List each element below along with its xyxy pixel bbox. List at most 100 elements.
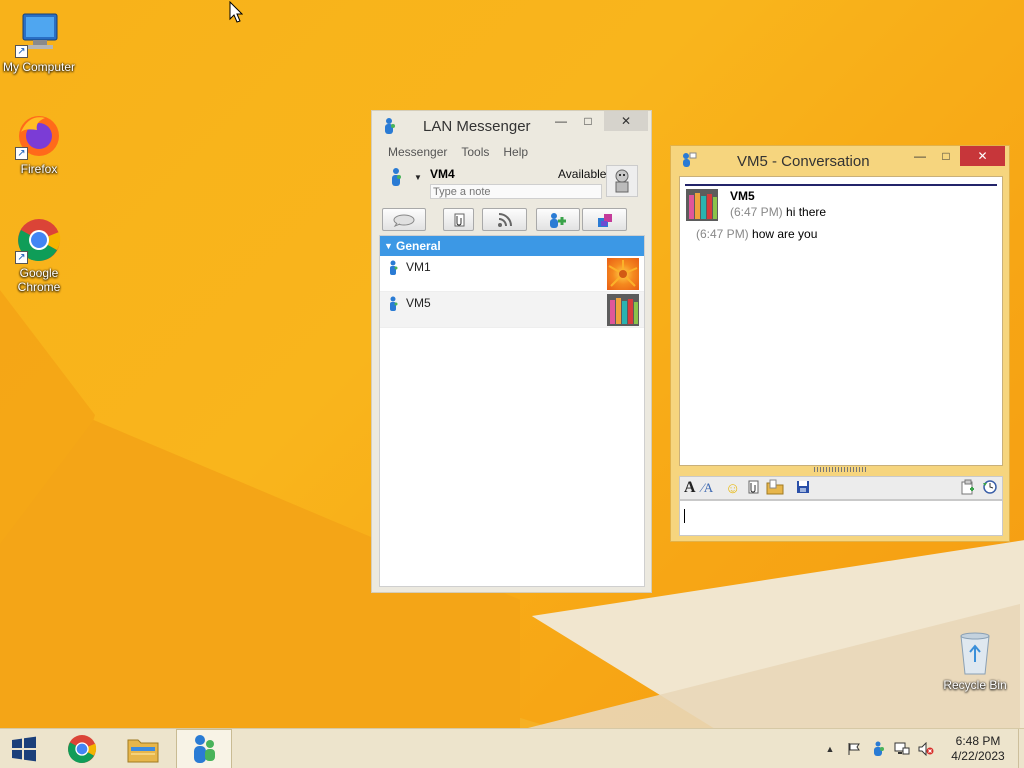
smiley-icon[interactable]: ☺ bbox=[725, 480, 740, 497]
show-desktop-button[interactable] bbox=[1018, 729, 1024, 768]
save-icon[interactable] bbox=[796, 480, 810, 497]
window-title: LAN Messenger bbox=[423, 118, 531, 135]
title-bar[interactable]: LAN Messenger — □ ✕ bbox=[372, 111, 651, 141]
taskbar-lan-messenger[interactable] bbox=[176, 729, 232, 768]
contact-avatar bbox=[607, 258, 639, 290]
menu-bar: Messenger Tools Help bbox=[372, 141, 651, 159]
group-header-general[interactable]: ▼ General bbox=[380, 236, 644, 256]
user-name: VM4 bbox=[430, 167, 455, 181]
message-history[interactable]: VM5 (6:47 PM) hi there (6:47 PM) how are… bbox=[679, 176, 1003, 466]
message-text: how are you bbox=[752, 227, 818, 241]
menu-messenger[interactable]: Messenger bbox=[388, 145, 447, 159]
message-divider bbox=[685, 184, 997, 186]
windows-logo-icon bbox=[12, 736, 36, 762]
splitter-handle[interactable] bbox=[814, 467, 868, 472]
lan-messenger-app-icon bbox=[382, 117, 396, 138]
font-icon[interactable]: A bbox=[684, 479, 696, 497]
network-icon[interactable] bbox=[890, 729, 914, 768]
taskbar-file-explorer[interactable] bbox=[115, 729, 171, 768]
contact-name: VM5 bbox=[406, 296, 431, 310]
maximize-button[interactable]: □ bbox=[933, 146, 959, 166]
computer-icon: ↗ bbox=[15, 10, 63, 58]
chrome-icon: ↗ bbox=[15, 216, 63, 264]
desktop-icon-recycle-bin[interactable]: Recycle Bin bbox=[936, 632, 1014, 692]
close-button[interactable]: ✕ bbox=[604, 111, 648, 131]
tools-icon bbox=[597, 213, 612, 227]
font-color-icon[interactable]: ⁄A bbox=[702, 480, 714, 496]
lan-messenger-window: LAN Messenger — □ ✕ Messenger Tools Help… bbox=[371, 110, 652, 593]
note-input[interactable] bbox=[430, 184, 602, 199]
paperclip-icon bbox=[454, 213, 464, 226]
message-time: (6:47 PM) bbox=[696, 227, 749, 241]
status-text[interactable]: Available bbox=[558, 167, 606, 181]
add-contact-icon bbox=[550, 212, 566, 228]
close-button[interactable]: ✕ bbox=[960, 146, 1005, 166]
contact-name: VM1 bbox=[406, 260, 431, 274]
settings-button[interactable] bbox=[582, 208, 627, 231]
clock-time: 6:48 PM bbox=[955, 734, 1001, 748]
desktop-icon-label: My Computer bbox=[2, 60, 76, 74]
lan-messenger-tray-icon[interactable] bbox=[866, 729, 890, 768]
chevron-down-icon[interactable]: ▼ bbox=[384, 236, 393, 256]
clock[interactable]: 6:48 PM 4/22/2023 bbox=[938, 734, 1018, 764]
contact-item-vm5[interactable]: VM5 bbox=[380, 292, 644, 328]
folder-icon bbox=[127, 739, 159, 763]
chrome-icon bbox=[68, 735, 97, 763]
message-line: (6:47 PM) how are you bbox=[696, 227, 817, 241]
sender-avatar bbox=[686, 189, 718, 221]
contact-list: ▼ General VM1 VM5 bbox=[379, 235, 645, 587]
history-icon[interactable] bbox=[982, 479, 998, 498]
desktop-icon-my-computer[interactable]: ↗ My Computer bbox=[0, 10, 78, 74]
window-title: VM5 - Conversation bbox=[737, 153, 870, 170]
desktop-icon-label: Google Chrome bbox=[17, 266, 61, 294]
add-group-button[interactable] bbox=[536, 208, 580, 231]
text-cursor bbox=[684, 509, 685, 523]
send-file-button[interactable] bbox=[443, 208, 474, 231]
clock-date: 4/22/2023 bbox=[951, 749, 1005, 763]
menu-tools[interactable]: Tools bbox=[461, 145, 489, 159]
maximize-button[interactable]: □ bbox=[575, 111, 601, 131]
start-button[interactable] bbox=[0, 729, 48, 768]
chat-bubble-icon bbox=[393, 214, 415, 227]
menu-help[interactable]: Help bbox=[503, 145, 528, 159]
message-input[interactable] bbox=[679, 500, 1003, 536]
sender-name: VM5 bbox=[730, 189, 755, 203]
minimize-button[interactable]: — bbox=[548, 111, 574, 131]
taskbar: ▲ 6:48 PM 4/22/2023 bbox=[0, 728, 1024, 768]
contact-item-vm1[interactable]: VM1 bbox=[380, 256, 644, 292]
message-line: (6:47 PM) hi there bbox=[730, 205, 826, 219]
chevron-up-icon[interactable]: ▲ bbox=[818, 729, 842, 768]
desktop-icon-google-chrome[interactable]: ↗ Google Chrome bbox=[0, 216, 78, 294]
contact-status-icon bbox=[388, 260, 398, 279]
contact-status-icon bbox=[388, 296, 398, 315]
group-name: General bbox=[396, 239, 441, 253]
lan-messenger-icon bbox=[194, 735, 215, 763]
firefox-icon: ↗ bbox=[15, 112, 63, 160]
broadcast-icon bbox=[497, 212, 512, 227]
desktop-icon-label: Recycle Bin bbox=[943, 678, 1007, 692]
recycle-bin-icon bbox=[955, 632, 995, 676]
desktop-icon-firefox[interactable]: ↗ Firefox bbox=[0, 112, 78, 176]
broadcast-button[interactable] bbox=[482, 208, 527, 231]
conversation-app-icon bbox=[681, 152, 697, 171]
desktop-icon-label: Firefox bbox=[20, 162, 58, 176]
title-bar[interactable]: VM5 - Conversation — □ ✕ bbox=[671, 146, 1009, 176]
chat-button[interactable] bbox=[382, 208, 426, 231]
message-time: (6:47 PM) bbox=[730, 205, 783, 219]
send-file-icon[interactable] bbox=[746, 479, 760, 498]
taskbar-chrome[interactable] bbox=[54, 729, 110, 768]
status-person-icon[interactable] bbox=[390, 167, 402, 190]
message-text: hi there bbox=[786, 205, 827, 219]
clipboard-icon[interactable] bbox=[960, 479, 976, 498]
send-folder-icon[interactable] bbox=[766, 479, 784, 498]
volume-muted-icon[interactable] bbox=[914, 729, 938, 768]
contact-avatar bbox=[607, 294, 639, 326]
conversation-window: VM5 - Conversation — □ ✕ VM5 (6:47 PM) h… bbox=[670, 145, 1010, 542]
action-center-flag-icon[interactable] bbox=[842, 729, 866, 768]
status-dropdown-icon[interactable]: ▼ bbox=[414, 173, 422, 182]
mouse-cursor-icon bbox=[229, 1, 243, 23]
system-tray: ▲ 6:48 PM 4/22/2023 bbox=[818, 729, 1024, 768]
formatting-toolbar: A ⁄A ☺ bbox=[679, 476, 1003, 500]
minimize-button[interactable]: — bbox=[907, 146, 933, 166]
user-avatar[interactable] bbox=[606, 165, 638, 197]
